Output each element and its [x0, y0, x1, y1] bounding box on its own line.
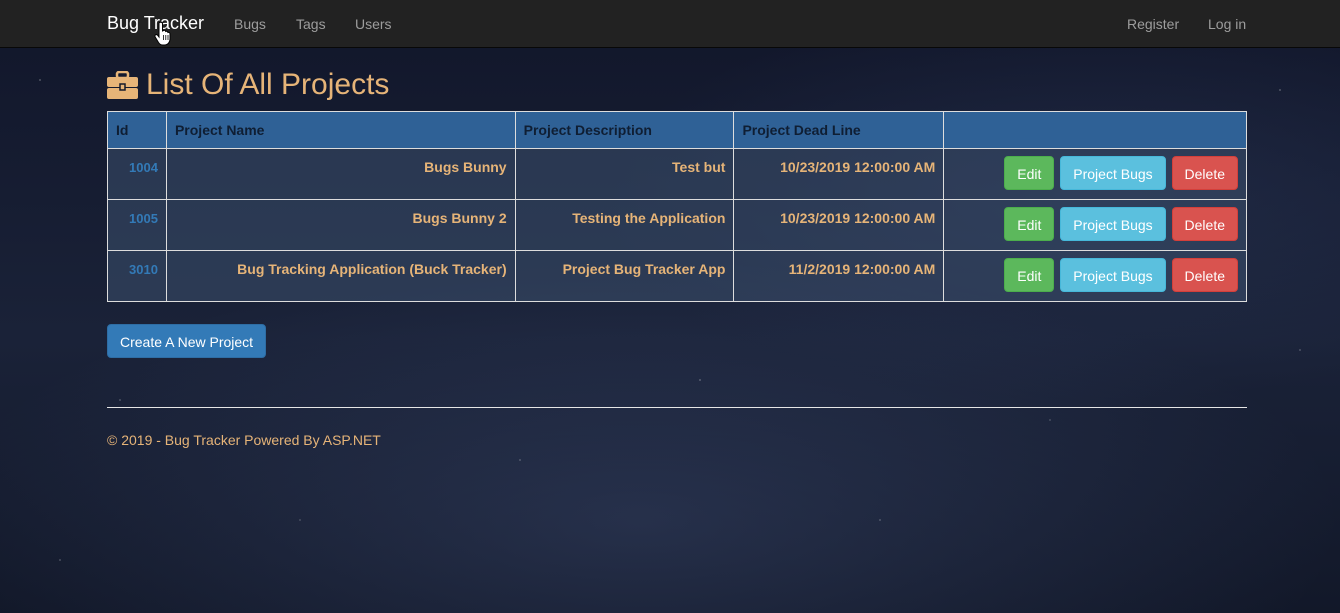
- project-deadline: 10/23/2019 12:00:00 AM: [733, 199, 945, 251]
- nav-link-users[interactable]: Users: [355, 15, 392, 33]
- page-title: List Of All Projects: [107, 65, 389, 105]
- delete-button[interactable]: Delete: [1171, 207, 1238, 241]
- delete-button[interactable]: Delete: [1171, 156, 1238, 190]
- column-header-project-deadline: Project Dead Line: [733, 111, 945, 149]
- nav-link-bugs[interactable]: Bugs: [234, 15, 266, 33]
- nav-link-tags[interactable]: Tags: [296, 15, 326, 33]
- table-header-row: Id Project Name Project Description Proj…: [107, 111, 1247, 149]
- project-bugs-button[interactable]: Project Bugs: [1060, 156, 1166, 190]
- row-actions: Edit Project Bugs Delete: [943, 148, 1247, 200]
- project-bugs-button[interactable]: Project Bugs: [1060, 258, 1166, 292]
- briefcase-icon: [107, 71, 138, 99]
- table-row: 1005 Bugs Bunny 2 Testing the Applicatio…: [107, 199, 1247, 251]
- column-header-actions: [943, 111, 1247, 149]
- projects-table: Id Project Name Project Description Proj…: [107, 111, 1247, 302]
- column-header-project-description: Project Description: [514, 111, 735, 149]
- edit-button[interactable]: Edit: [1004, 258, 1055, 292]
- edit-button[interactable]: Edit: [1004, 207, 1055, 241]
- project-description: Project Bug Tracker App: [514, 250, 735, 302]
- nav-link-register[interactable]: Register: [1127, 15, 1179, 33]
- project-deadline: 10/23/2019 12:00:00 AM: [733, 148, 945, 200]
- delete-button[interactable]: Delete: [1171, 258, 1238, 292]
- page-title-text: List Of All Projects: [146, 68, 390, 101]
- project-name: Bugs Bunny 2: [165, 199, 516, 251]
- table-row: 1004 Bugs Bunny Test but 10/23/2019 12:0…: [107, 148, 1247, 200]
- project-deadline: 11/2/2019 12:00:00 AM: [733, 250, 945, 302]
- nav-link-login[interactable]: Log in: [1208, 15, 1246, 33]
- create-new-project-button[interactable]: Create A New Project: [107, 324, 267, 358]
- project-description: Testing the Application: [514, 199, 735, 251]
- column-header-id: Id: [107, 111, 167, 149]
- footer-copyright: © 2019 - Bug Tracker Powered By ASP.NET: [107, 432, 381, 448]
- hand-pointer-cursor-icon: [154, 22, 171, 46]
- project-id-link[interactable]: 1005: [107, 199, 167, 251]
- project-id-link[interactable]: 3010: [107, 250, 167, 302]
- edit-button[interactable]: Edit: [1004, 156, 1055, 190]
- project-id-link[interactable]: 1004: [107, 148, 167, 200]
- footer-divider: [107, 407, 1247, 408]
- project-bugs-button[interactable]: Project Bugs: [1060, 207, 1166, 241]
- row-actions: Edit Project Bugs Delete: [943, 250, 1247, 302]
- project-name: Bugs Bunny: [165, 148, 516, 200]
- row-actions: Edit Project Bugs Delete: [943, 199, 1247, 251]
- table-row: 3010 Bug Tracking Application (Buck Trac…: [107, 250, 1247, 302]
- project-description: Test but: [514, 148, 735, 200]
- project-name: Bug Tracking Application (Buck Tracker): [165, 250, 516, 302]
- top-navbar: Bug Tracker Bugs Tags Users Register Log…: [0, 0, 1340, 48]
- column-header-project-name: Project Name: [165, 111, 516, 149]
